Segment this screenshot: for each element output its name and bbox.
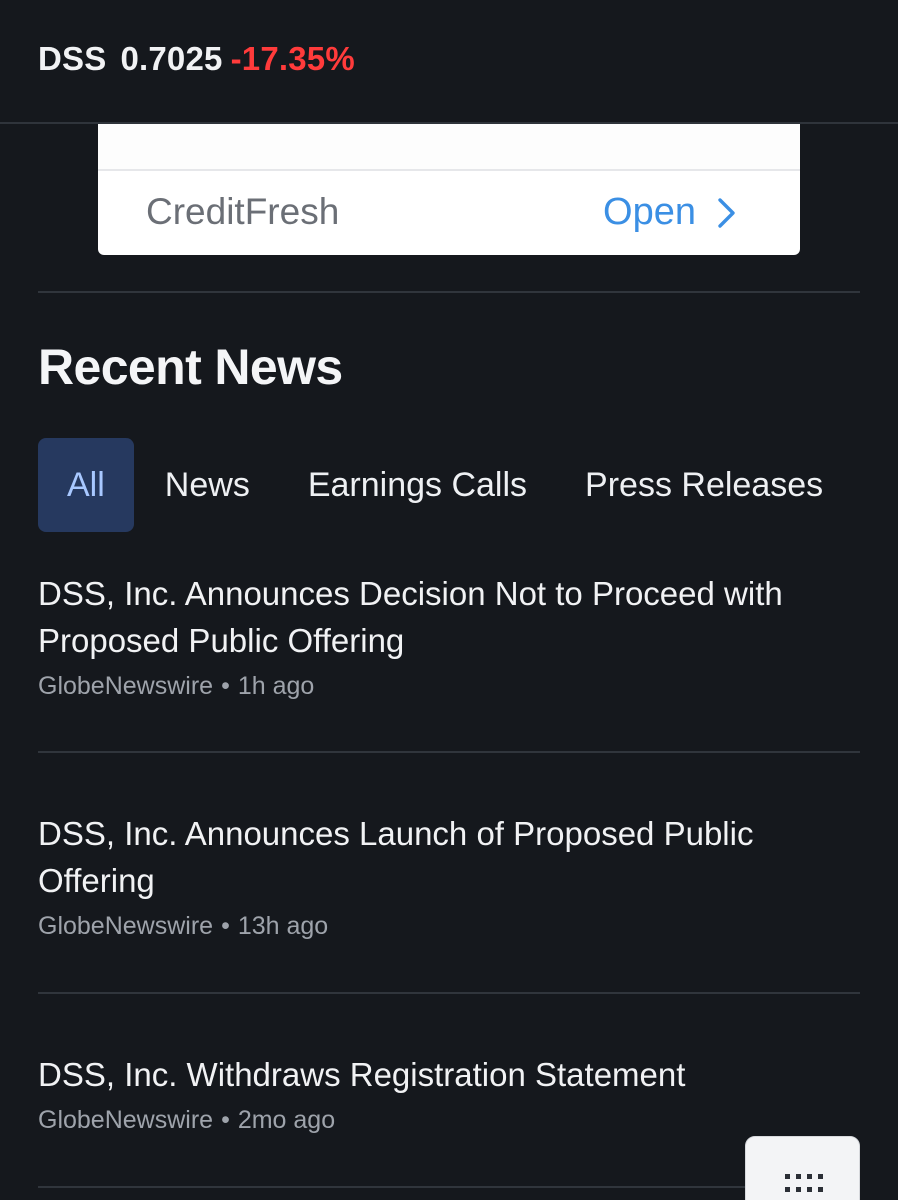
- ticker-quote: DSS 0.7025 -17.35%: [38, 40, 355, 78]
- news-source: GlobeNewswire: [38, 672, 214, 700]
- news-title[interactable]: DSS, Inc. Announces Launch of Proposed P…: [38, 810, 868, 904]
- separator-dot: •: [221, 912, 230, 940]
- news-time: 2mo ago: [237, 1106, 336, 1134]
- tab-earnings-calls[interactable]: Earnings Calls: [279, 438, 556, 532]
- ticker-symbol: DSS: [38, 40, 107, 77]
- news-source: GlobeNewswire: [38, 1106, 214, 1134]
- grid-dots-icon: [784, 1174, 823, 1192]
- news-title[interactable]: DSS, Inc. Withdraws Registration Stateme…: [38, 1051, 868, 1098]
- news-time: 1h ago: [237, 672, 315, 700]
- news-divider: [38, 751, 860, 753]
- news-source: GlobeNewswire: [38, 912, 214, 940]
- news-time: 13h ago: [237, 912, 329, 940]
- tab-news[interactable]: News: [136, 438, 279, 532]
- news-meta: GlobeNewswire • 13h ago: [38, 912, 868, 941]
- ad-open-button[interactable]: Open: [603, 191, 738, 234]
- news-title[interactable]: DSS, Inc. Announces Decision Not to Proc…: [38, 570, 868, 664]
- chevron-right-icon: [718, 197, 735, 228]
- tab-all[interactable]: All: [38, 438, 134, 532]
- ad-card[interactable]: CreditFresh Open: [98, 124, 800, 255]
- section-divider: [38, 291, 860, 293]
- news-item[interactable]: DSS, Inc. Announces Launch of Proposed P…: [38, 810, 868, 941]
- section-title: Recent News: [38, 339, 343, 395]
- floating-menu-button[interactable]: [745, 1136, 860, 1200]
- news-divider: [38, 1186, 860, 1188]
- tab-press-releases[interactable]: Press Releases: [556, 438, 852, 532]
- news-item[interactable]: DSS, Inc. Announces Decision Not to Proc…: [38, 570, 868, 701]
- ad-brand: CreditFresh: [146, 191, 340, 232]
- news-meta: GlobeNewswire • 2mo ago: [38, 1106, 868, 1135]
- news-item[interactable]: DSS, Inc. Withdraws Registration Stateme…: [38, 1051, 868, 1135]
- news-filter-tabs: All News Earnings Calls Press Releases: [38, 438, 898, 532]
- ad-card-footer: CreditFresh Open: [98, 171, 800, 253]
- news-meta: GlobeNewswire • 1h ago: [38, 672, 868, 701]
- ad-open-label: Open: [603, 191, 696, 233]
- ad-card-top: [98, 124, 800, 171]
- stock-news-page: DSS 0.7025 -17.35% CreditFresh Open Recent…: [0, 0, 898, 1200]
- ticker-header: DSS 0.7025 -17.35%: [0, 0, 898, 124]
- separator-dot: •: [221, 1106, 230, 1134]
- ticker-price: 0.7025: [120, 40, 223, 77]
- news-divider: [38, 992, 860, 994]
- separator-dot: •: [221, 672, 230, 700]
- ticker-change: -17.35%: [230, 40, 355, 77]
